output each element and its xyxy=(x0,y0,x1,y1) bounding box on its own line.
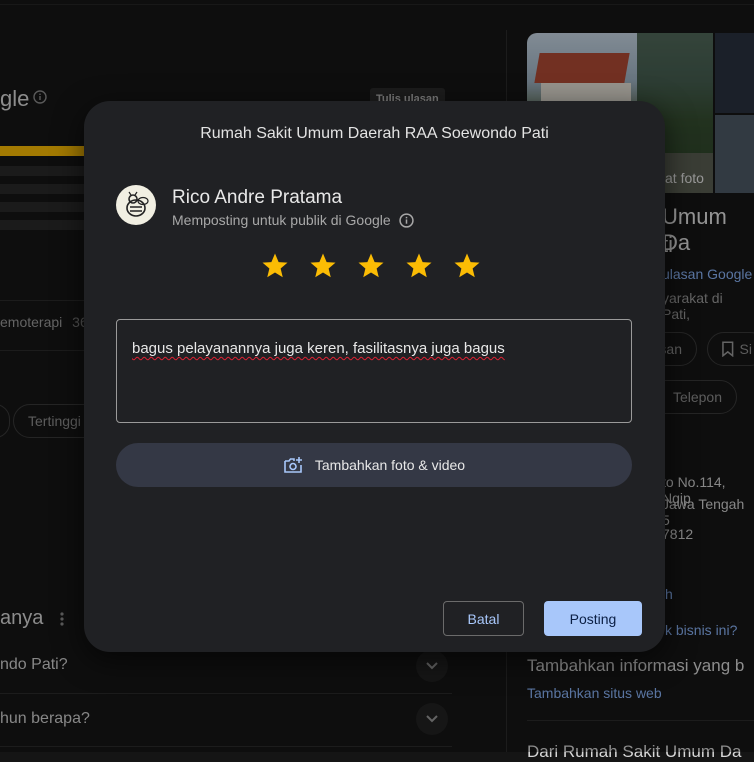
review-text: bagus pelayanannya juga keren, fasilitas… xyxy=(132,340,505,357)
dialog-title: Rumah Sakit Umum Daerah RAA Soewondo Pat… xyxy=(200,125,549,142)
add-photo-video-button[interactable]: Tambahkan foto & video xyxy=(116,443,632,487)
star-icon[interactable] xyxy=(308,251,338,281)
review-dialog: Rumah Sakit Umum Daerah RAA Soewondo Pat… xyxy=(84,101,665,652)
star-icon[interactable] xyxy=(260,251,290,281)
user-name: Rico Andre Pratama xyxy=(172,187,343,208)
review-textarea[interactable]: bagus pelayanannya juga keren, fasilitas… xyxy=(116,319,632,423)
add-photo-video-label: Tambahkan foto & video xyxy=(314,457,466,473)
avatar xyxy=(116,185,156,225)
cancel-button[interactable]: Batal xyxy=(443,601,524,636)
posting-note-text: Memposting untuk publik di Google xyxy=(172,212,391,228)
star-icon[interactable] xyxy=(356,251,386,281)
star-icon[interactable] xyxy=(404,251,434,281)
info-icon[interactable] xyxy=(399,212,414,228)
post-button[interactable]: Posting xyxy=(544,601,642,636)
add-photo-icon xyxy=(284,457,302,473)
star-icon[interactable] xyxy=(452,251,482,281)
bee-avatar-icon xyxy=(126,191,149,217)
post-button-label: Posting xyxy=(569,610,617,627)
posting-note: Memposting untuk publik di Google xyxy=(172,212,414,228)
star-rating xyxy=(260,251,482,281)
cancel-button-label: Batal xyxy=(467,610,500,627)
